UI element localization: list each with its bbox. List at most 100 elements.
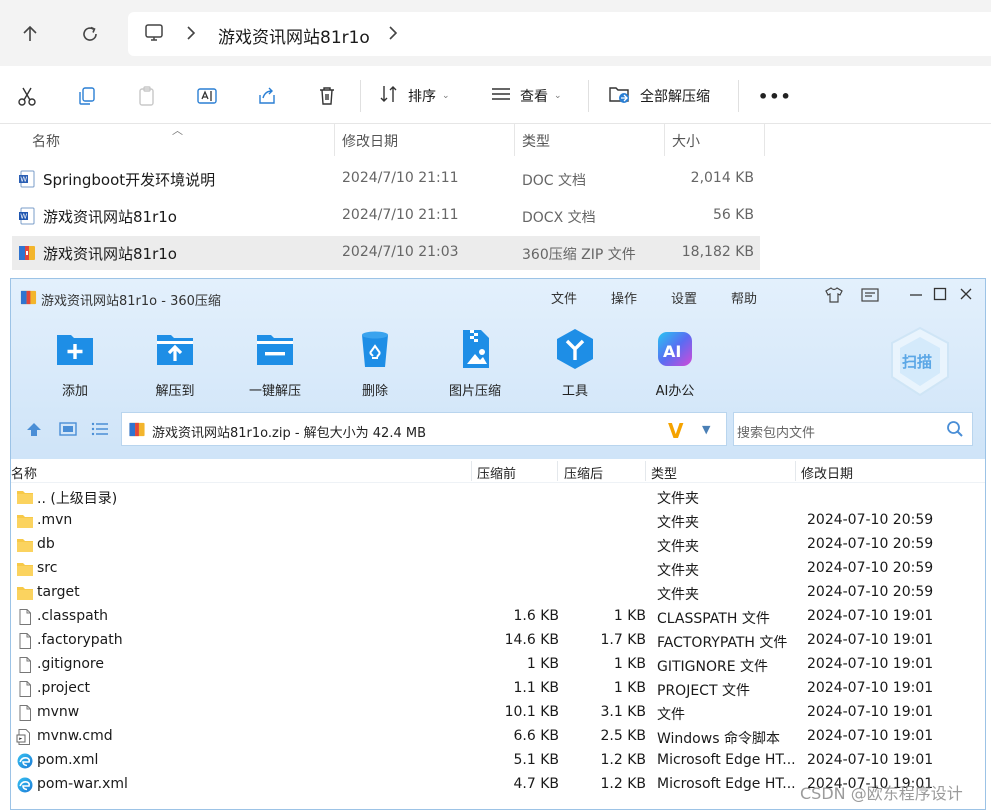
archive-entry-row[interactable]: .gitignore 1 KB 1 KB GITIGNORE 文件 2024-07-10…: [11, 653, 985, 677]
breadcrumb-folder[interactable]: 游戏资讯网站81r1o: [218, 23, 370, 48]
more-icon: •••: [758, 86, 792, 106]
file-icon: [16, 633, 34, 649]
minimize-icon[interactable]: [909, 287, 923, 305]
entry-date: 2024-07-10 19:01: [807, 752, 934, 768]
refresh-icon[interactable]: [76, 20, 104, 48]
column-date[interactable]: 修改日期: [342, 131, 398, 151]
column-date[interactable]: 修改日期: [801, 463, 853, 482]
copy-icon[interactable]: [76, 82, 98, 110]
address-bar[interactable]: 游戏资讯网站81r1o: [128, 12, 991, 56]
dropdown-arrow-icon[interactable]: ▼: [702, 423, 710, 436]
sort-button[interactable]: 排序 ⌄: [378, 82, 450, 110]
entry-name: mvnw.cmd: [37, 728, 113, 744]
maximize-icon[interactable]: [933, 287, 947, 305]
ai-office-button[interactable]: AI AI办公: [625, 327, 725, 399]
archive-entry-row[interactable]: mvnw.cmd 6.6 KB 2.5 KB Windows 命令脚本 2024-07-…: [11, 725, 985, 749]
folder-icon: [16, 537, 34, 553]
tool-label: AI办公: [655, 384, 695, 399]
csdn-watermark: CSDN @欧东程序设计: [800, 784, 963, 803]
tools-button[interactable]: 工具: [525, 327, 625, 399]
extract-to-button[interactable]: 解压到: [125, 327, 225, 399]
folder-icon: [16, 561, 34, 577]
up-arrow-icon[interactable]: [16, 20, 44, 48]
archive-entry-row[interactable]: .mvn 文件夹 2024-07-10 20:59: [11, 509, 985, 533]
feedback-icon[interactable]: [861, 287, 879, 307]
file-row[interactable]: W Springboot开发环境说明 2024/7/10 21:11 DOC 文…: [12, 162, 760, 196]
entry-date: 2024-07-10 20:59: [807, 584, 934, 600]
column-type[interactable]: 类型: [651, 463, 677, 482]
search-icon[interactable]: [946, 420, 964, 442]
menu-operation[interactable]: 操作: [611, 288, 637, 307]
archive-entry-row[interactable]: mvnw 10.1 KB 3.1 KB 文件 2024-07-10 19:01: [11, 701, 985, 725]
column-type[interactable]: 类型: [522, 131, 550, 151]
archive-entry-row[interactable]: .factorypath 14.6 KB 1.7 KB FACTORYPATH 文件 2…: [11, 629, 985, 653]
rename-icon[interactable]: [196, 82, 218, 110]
scan-button[interactable]: 扫描: [887, 325, 953, 399]
menu-file[interactable]: 文件: [551, 288, 577, 307]
delete-icon[interactable]: [316, 82, 338, 110]
list-view-icon[interactable]: [91, 421, 109, 441]
menu-help[interactable]: 帮助: [731, 288, 757, 307]
archive-entry-row[interactable]: .project 1.1 KB 1 KB PROJECT 文件 2024-07-10 1…: [11, 677, 985, 701]
archive-entry-row[interactable]: .. (上级目录) 文件夹: [11, 485, 985, 509]
file-icon: [16, 657, 34, 673]
archive-entry-row[interactable]: target 文件夹 2024-07-10 20:59: [11, 581, 985, 605]
file-icon: [16, 609, 34, 625]
entry-name: .gitignore: [37, 656, 104, 672]
image-compress-button[interactable]: 图片压缩: [425, 327, 525, 399]
image-compress-icon: [463, 330, 489, 368]
delete-button[interactable]: 删除: [325, 327, 425, 399]
more-options-button[interactable]: •••: [758, 82, 792, 110]
file-icon: [16, 705, 34, 721]
entry-type: GITIGNORE 文件: [657, 659, 769, 675]
extract-folder-icon: [608, 83, 632, 109]
entry-size-after: 2.5 KB: [600, 728, 647, 744]
add-button[interactable]: 添加: [25, 327, 125, 399]
share-icon[interactable]: [256, 82, 278, 110]
entry-name: db: [37, 536, 55, 552]
column-name[interactable]: 名称: [32, 131, 60, 151]
view-label: 查看: [520, 89, 548, 105]
column-size[interactable]: 大小: [672, 131, 700, 151]
chevron-right-icon[interactable]: [388, 25, 398, 45]
search-archive-input[interactable]: 搜索包内文件: [733, 412, 973, 446]
menu-settings[interactable]: 设置: [671, 288, 697, 307]
one-click-extract-button[interactable]: 一键解压: [225, 327, 325, 399]
tool-label: 解压到: [155, 384, 195, 399]
close-icon[interactable]: [959, 287, 973, 305]
file-name: 游戏资讯网站81r1o: [43, 245, 177, 263]
entry-name: pom.xml: [37, 752, 99, 768]
entry-size-before: 14.6 KB: [504, 632, 559, 648]
cut-icon[interactable]: [16, 82, 38, 110]
archive-path-field[interactable]: 游戏资讯网站81r1o.zip - 解包大小为 42.4 MB V ▼: [121, 412, 727, 446]
up-level-icon[interactable]: [25, 421, 43, 441]
archive-entry-row[interactable]: db 文件夹 2024-07-10 20:59: [11, 533, 985, 557]
extract-all-button[interactable]: 全部解压缩: [608, 82, 710, 110]
file-row-selected[interactable]: 游戏资讯网站81r1o 2024/7/10 21:03 360压缩 ZIP 文件…: [12, 236, 760, 270]
tool-label: 工具: [561, 384, 588, 399]
skin-shirt-icon[interactable]: [825, 287, 843, 307]
archive-entry-row[interactable]: pom.xml 5.1 KB 1.2 KB Microsoft Edge HT... 2…: [11, 749, 985, 773]
extract-to-icon: [157, 335, 193, 365]
svg-text:W: W: [20, 213, 27, 221]
word-doc-icon: W: [18, 170, 36, 188]
archive-entry-row[interactable]: src 文件夹 2024-07-10 20:59: [11, 557, 985, 581]
scan-label: 扫描: [902, 353, 933, 371]
column-after[interactable]: 压缩后: [564, 463, 603, 482]
paste-icon[interactable]: [136, 82, 158, 110]
column-name[interactable]: 名称: [11, 463, 37, 482]
folder-icon: [16, 489, 34, 505]
entry-type: CLASSPATH 文件: [657, 611, 770, 627]
thumbnail-view-icon[interactable]: [59, 421, 77, 441]
archive-entry-row[interactable]: .classpath 1.6 KB 1 KB CLASSPATH 文件 2024-07-…: [11, 605, 985, 629]
column-before[interactable]: 压缩前: [477, 463, 516, 482]
chevron-right-icon[interactable]: [186, 25, 196, 45]
file-row[interactable]: W 游戏资讯网站81r1o 2024/7/10 21:11 DOCX 文档 56…: [12, 199, 760, 233]
v-badge-icon[interactable]: V: [668, 419, 683, 443]
view-list-icon: [490, 83, 512, 109]
view-button[interactable]: 查看 ⌄: [490, 82, 562, 110]
entry-name: target: [37, 584, 80, 600]
search-placeholder: 搜索包内文件: [737, 426, 816, 441]
edge-html-icon: [16, 753, 34, 769]
entry-size-before: 4.7 KB: [513, 776, 560, 792]
